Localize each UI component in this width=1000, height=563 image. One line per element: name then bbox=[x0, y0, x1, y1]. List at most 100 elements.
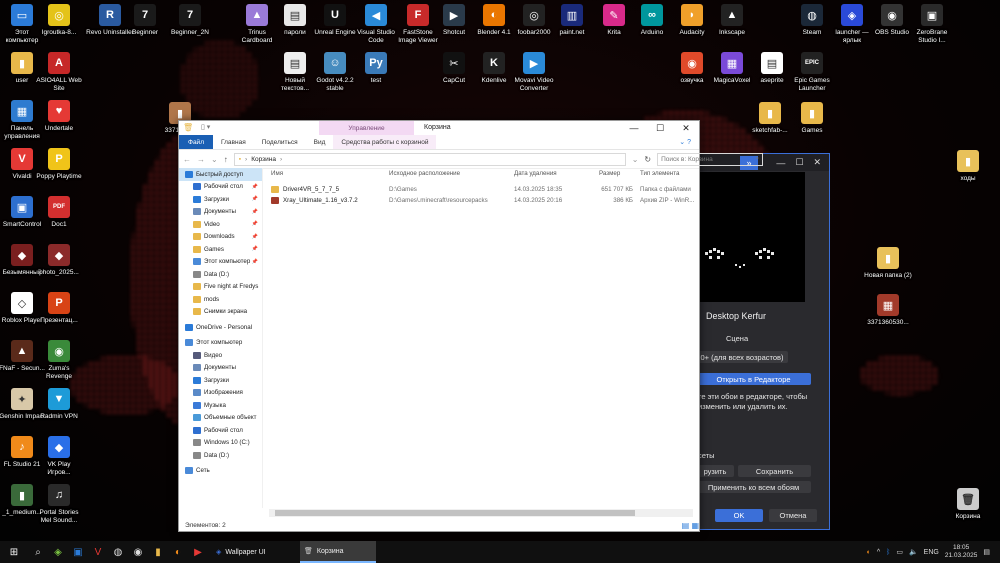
nav-item[interactable]: Документы bbox=[179, 362, 262, 375]
desktop-shortcut[interactable]: A ASIO4ALL Web Site bbox=[36, 52, 82, 92]
desktop-shortcut[interactable]: ▼ Radmin VPN bbox=[37, 388, 81, 421]
clock[interactable]: 18:05 21.03.2025 bbox=[945, 544, 978, 560]
tab-view[interactable]: Вид bbox=[306, 135, 334, 149]
desktop-shortcut[interactable]: ◆ VK Play Игров... bbox=[37, 436, 81, 476]
nav-item[interactable]: Рабочий стол bbox=[179, 424, 262, 437]
desktop-shortcut[interactable]: 🗑 Корзина bbox=[946, 488, 990, 521]
network-icon[interactable]: ▭ bbox=[896, 548, 903, 556]
desktop-shortcut[interactable]: ◆ photo_2025... bbox=[37, 244, 81, 277]
search-icon[interactable]: ⌕ bbox=[28, 541, 48, 563]
desktop-shortcut[interactable]: ▶ Movavi Video Converter bbox=[512, 52, 556, 92]
desktop-shortcut[interactable]: ▦ 3371360530... bbox=[866, 294, 910, 327]
nav-item[interactable]: Downloads 📌 bbox=[179, 231, 262, 244]
firefox-icon[interactable]: ◐ bbox=[168, 541, 188, 563]
nav-item[interactable]: Изображения bbox=[179, 387, 262, 400]
desktop-shortcut[interactable]: ▥ paint.net bbox=[550, 4, 594, 37]
nav-item[interactable]: mods bbox=[179, 293, 262, 306]
maximize-icon[interactable]: ☐ bbox=[795, 157, 803, 168]
ribbon-expand-icon[interactable]: ⌄ ? bbox=[679, 138, 691, 146]
address-bar[interactable]: ▪ › Корзина › bbox=[233, 152, 626, 166]
obs-icon[interactable]: ◉ bbox=[128, 541, 148, 563]
desktop-shortcut[interactable]: ▮ Games bbox=[790, 102, 834, 135]
column-header[interactable]: Исходное расположение bbox=[389, 170, 460, 177]
desktop-shortcut[interactable]: ▲ Inkscape bbox=[710, 4, 754, 37]
desktop-shortcut[interactable]: U Unreal Engine bbox=[313, 4, 357, 37]
nav-item[interactable]: Загрузки 📌 bbox=[179, 193, 262, 206]
file-list[interactable]: Имя Исходное расположение Дата удаления Раз… bbox=[267, 168, 699, 508]
taskbar-app-recycle-bin[interactable]: 🗑 Корзина bbox=[300, 541, 376, 563]
close-icon[interactable]: ✕ bbox=[673, 121, 699, 135]
nav-item[interactable]: Video 📌 bbox=[179, 218, 262, 231]
nav-item[interactable]: Этот компьютер bbox=[179, 337, 262, 350]
notifications-icon[interactable]: ▤ bbox=[983, 548, 990, 556]
bluetooth-icon[interactable]: ᛒ bbox=[886, 549, 890, 556]
vivaldi-icon[interactable]: V bbox=[88, 541, 108, 563]
horizontal-scrollbar[interactable] bbox=[269, 509, 693, 517]
open-editor-button[interactable]: Открыть в Редакторе bbox=[696, 373, 811, 385]
address-dropdown-icon[interactable]: ⌄ bbox=[632, 155, 639, 164]
desktop-shortcut[interactable]: P Презентац... bbox=[37, 292, 81, 325]
nav-item[interactable]: Five night at Fredys bbox=[179, 281, 262, 294]
desktop-shortcut[interactable]: ▮ Новая папка (2) bbox=[864, 247, 912, 280]
desktop-shortcut[interactable]: ☺ Godot v4.2.2 stable bbox=[313, 52, 357, 92]
minimize-icon[interactable]: — bbox=[776, 158, 785, 168]
nav-item[interactable]: Рабочий стол 📌 bbox=[179, 181, 262, 194]
desktop-shortcut[interactable]: ◉ Zuma's Revenge bbox=[37, 340, 81, 380]
wallpaper-ui-window[interactable]: — ☐ ✕ » Desktop Kerfur Сцена 0+ (для все… bbox=[695, 153, 830, 530]
navigation-pane[interactable]: Быстрый доступ Рабочий стол 📌 Загрузки 📌 Доку… bbox=[179, 168, 263, 508]
apply-all-button[interactable]: Применить ко всем обоям bbox=[696, 481, 811, 493]
quick-access-toolbar[interactable]: ▯ ▾ bbox=[201, 123, 210, 131]
tab-recycle-tools[interactable]: Средства работы с корзиной bbox=[333, 135, 437, 149]
column-header[interactable]: Тип элемента bbox=[640, 170, 679, 177]
maximize-icon[interactable]: ☐ bbox=[647, 121, 673, 135]
nav-item[interactable]: Data (D:) bbox=[179, 449, 262, 462]
desktop-shortcut[interactable]: P Poppy Playtime bbox=[36, 148, 82, 181]
desktop-shortcut[interactable]: ▮ ходы bbox=[946, 150, 990, 183]
column-header[interactable]: Дата удаления bbox=[514, 170, 557, 177]
desktop-shortcut[interactable]: 7 Beginner bbox=[123, 4, 167, 37]
desktop-shortcut[interactable]: ◈ launcher — ярлык bbox=[830, 4, 874, 44]
cancel-button[interactable]: Отмена bbox=[769, 509, 817, 522]
recent-chevron-icon[interactable]: ⌄ bbox=[211, 155, 218, 164]
android-icon[interactable]: ◈ bbox=[48, 541, 68, 563]
column-header[interactable]: Размер bbox=[599, 170, 620, 177]
search-input[interactable]: Поиск в: Корзина ⌕ bbox=[657, 152, 764, 166]
forward-arrow-icon[interactable]: → bbox=[197, 155, 205, 164]
view-toggle-icons[interactable]: ▤ ▦ bbox=[682, 521, 699, 530]
nav-item[interactable]: Документы 📌 bbox=[179, 206, 262, 219]
tab-file[interactable]: Файл bbox=[179, 135, 213, 149]
manage-context-tab[interactable]: Управление bbox=[319, 121, 414, 135]
desktop-shortcut[interactable]: ◎ Igroutka-8... bbox=[37, 4, 81, 37]
tray-app-icon[interactable]: ◐ bbox=[867, 549, 871, 556]
desktop-shortcut[interactable]: PDF Doc1 bbox=[37, 196, 81, 229]
scrollbar-thumb[interactable] bbox=[275, 510, 635, 516]
tray-chevron-icon[interactable]: ^ bbox=[877, 549, 880, 556]
close-icon[interactable]: ✕ bbox=[813, 157, 821, 168]
ok-button[interactable]: OK bbox=[715, 509, 763, 522]
nav-item[interactable]: Снимки экрана bbox=[179, 306, 262, 319]
app-icon[interactable]: ▣ bbox=[68, 541, 88, 563]
file-explorer-icon[interactable]: ▮ bbox=[148, 541, 168, 563]
tab-share[interactable]: Поделиться bbox=[254, 135, 306, 149]
refresh-icon[interactable]: ↻ bbox=[644, 155, 651, 164]
windows-start-icon[interactable]: ⊞ bbox=[0, 541, 28, 563]
back-arrow-icon[interactable]: ← bbox=[183, 155, 191, 164]
nav-item[interactable]: Видео bbox=[179, 349, 262, 362]
load-button[interactable]: рузить bbox=[696, 465, 734, 477]
table-row[interactable]: Xray_Ultimate_1.16_v3.7.2 D:\Games\.minec… bbox=[267, 195, 699, 206]
nav-item[interactable]: Сеть bbox=[179, 465, 262, 478]
desktop-shortcut[interactable]: 7 Beginner_2N bbox=[168, 4, 212, 37]
tab-home[interactable]: Главная bbox=[213, 135, 254, 149]
nav-item[interactable]: Объемные объект bbox=[179, 412, 262, 425]
column-header[interactable]: Имя bbox=[271, 170, 283, 177]
nav-item[interactable]: OneDrive - Personal bbox=[179, 321, 262, 334]
explorer-titlebar[interactable]: 🗑 ▯ ▾ Управление Корзина — ☐ ✕ bbox=[179, 121, 699, 135]
desktop-shortcut[interactable]: Py test bbox=[354, 52, 398, 85]
desktop-shortcut[interactable]: ◀ Visual Studio Code bbox=[354, 4, 398, 44]
minimize-icon[interactable]: — bbox=[621, 121, 647, 135]
desktop-shortcut[interactable]: ♫ Portal Stories Mel Sound... bbox=[37, 484, 81, 524]
nav-item[interactable]: Музыка bbox=[179, 399, 262, 412]
nav-item[interactable]: Games 📌 bbox=[179, 243, 262, 256]
video-app-icon[interactable]: ▶ bbox=[188, 541, 208, 563]
desktop-shortcut[interactable]: ▣ ZeroBrane Studio I... bbox=[910, 4, 954, 44]
